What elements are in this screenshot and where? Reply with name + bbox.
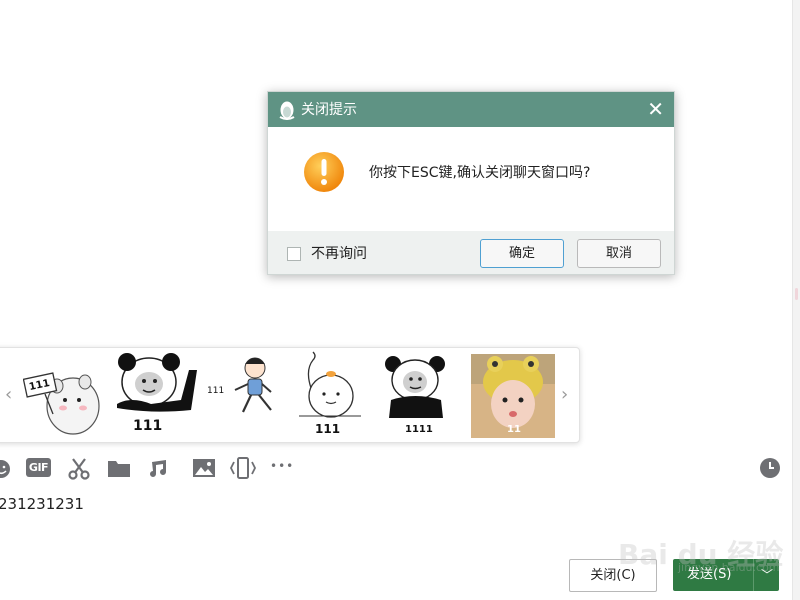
sticker-suggestion-bar: ‹ 111 111 111 111 1111 11 ›	[0, 347, 580, 443]
next-arrow-icon[interactable]: ›	[561, 384, 568, 405]
screenshot-button[interactable]	[67, 457, 91, 483]
dialog-message: 你按下ESC键,确认关闭聊天窗口吗?	[369, 165, 591, 181]
scissors-icon	[68, 458, 90, 480]
shake-button[interactable]	[229, 456, 257, 482]
phone-shake-icon	[229, 457, 257, 479]
sticker-panda-wave[interactable]: 111	[111, 348, 199, 442]
sticker-label: 111	[207, 386, 225, 396]
more-icon[interactable]: •••	[270, 459, 294, 485]
dialog-title: 关闭提示	[301, 102, 357, 118]
sticker-label: 11	[507, 424, 521, 435]
warning-icon	[304, 152, 344, 192]
send-file-button[interactable]	[107, 458, 131, 484]
baidu-watermark: Bai du 经验 jingyan.baidu.com	[618, 515, 788, 575]
sticker-running-kid[interactable]: 111	[207, 348, 287, 442]
close-icon[interactable]: ✕	[647, 99, 664, 119]
sticker-label: 111	[315, 422, 341, 436]
music-button[interactable]	[149, 458, 169, 484]
dont-ask-label[interactable]: 不再询问	[311, 245, 367, 263]
image-button[interactable]	[192, 458, 216, 484]
input-toolbar: GIF •••	[0, 455, 793, 483]
confirm-button[interactable]: 确定	[480, 239, 564, 268]
message-input[interactable]: 231231231	[0, 494, 84, 514]
sticker-girl-photo[interactable]: 11	[471, 348, 555, 442]
gif-icon[interactable]: GIF	[26, 458, 51, 477]
sticker-label: 1111	[405, 424, 433, 435]
dialog-title-bar[interactable]: 关闭提示 ✕	[268, 92, 674, 127]
emoji-button[interactable]	[0, 458, 12, 484]
history-button[interactable]	[759, 457, 781, 483]
close-confirm-dialog: 关闭提示 ✕ 你按下ESC键,确认关闭聊天窗口吗? 不再询问 确定 取消	[267, 91, 675, 275]
cancel-button[interactable]: 取消	[577, 239, 661, 268]
scrollbar[interactable]	[792, 0, 800, 600]
chat-window	[0, 0, 793, 600]
watermark-url: jingyan.baidu.com	[678, 561, 780, 574]
dont-ask-checkbox[interactable]	[287, 247, 301, 261]
qq-penguin-icon	[279, 101, 295, 120]
prev-arrow-icon[interactable]: ‹	[5, 384, 12, 405]
image-icon	[193, 459, 215, 477]
clock-icon	[760, 458, 780, 478]
emoji-icon	[0, 460, 10, 478]
sticker-label: 111	[133, 418, 163, 434]
music-icon	[150, 460, 166, 477]
hamster-icon	[23, 372, 100, 435]
folder-icon	[108, 461, 130, 477]
edge-indicator	[795, 288, 798, 300]
sticker-panda-sit[interactable]: 1111	[381, 348, 455, 442]
dialog-footer: 不再询问 确定 取消	[268, 231, 674, 274]
sticker-hamster[interactable]: 111	[23, 348, 105, 442]
sticker-egg-man[interactable]: 111	[293, 348, 367, 442]
